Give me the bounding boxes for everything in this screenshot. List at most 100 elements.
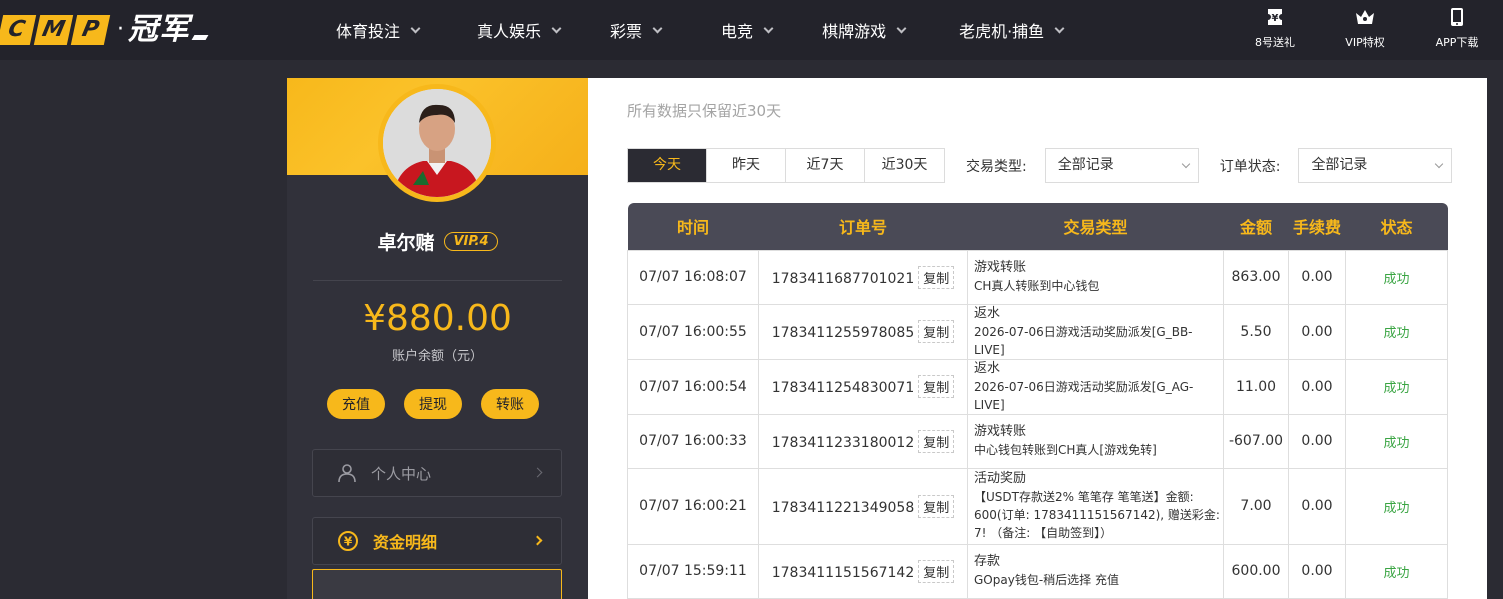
column-header: 时间 xyxy=(627,203,759,250)
nav-item-label: 老虎机·捕鱼 xyxy=(959,22,1045,41)
cell-order: 1783411254830071 复制 xyxy=(758,358,968,415)
vip-badge: VIP.4 xyxy=(444,232,498,251)
chevron-down-icon xyxy=(1181,159,1190,169)
cell-type: 游戏转账 CH真人转账到中心钱包 xyxy=(967,249,1224,305)
copy-button[interactable]: 复制 xyxy=(918,320,955,343)
cell-order: 1783411221349058 复制 xyxy=(758,467,968,545)
cell-status: 成功 xyxy=(1345,249,1448,305)
user-icon xyxy=(338,464,356,483)
cell-fee: 0.00 xyxy=(1288,358,1346,415)
filter-bar: 今天 昨天 近7天 近30天 交易类型: 全部记录 订单状态: 全部记录 xyxy=(627,148,1453,183)
cell-time: 07/07 15:59:11 xyxy=(627,543,759,599)
username-row: 卓尔赌 VIP.4 xyxy=(287,228,588,255)
copy-button[interactable]: 复制 xyxy=(918,375,955,398)
nav-item-esports[interactable]: 电竞 xyxy=(721,18,774,42)
transaction-type: 返水 xyxy=(974,360,1001,376)
username: 卓尔赌 xyxy=(377,232,435,254)
status-filter-value: 全部记录 xyxy=(1311,157,1368,173)
right-gutter xyxy=(1487,78,1503,599)
nav-item-live-casino[interactable]: 真人娱乐 xyxy=(477,18,562,42)
phone-icon xyxy=(1451,8,1463,26)
menu-item-label: 个人中心 xyxy=(371,464,432,483)
status-filter-select[interactable]: 全部记录 xyxy=(1298,148,1453,183)
cell-amount: 7.00 xyxy=(1223,467,1289,545)
copy-button[interactable]: 复制 xyxy=(918,559,955,583)
cell-amount: 5.50 xyxy=(1223,303,1289,360)
submenu-selected[interactable] xyxy=(312,569,562,599)
order-number: 1783411687701021 xyxy=(771,270,915,287)
balance-amount: ¥880.00 xyxy=(363,298,512,339)
nav-item-label: 体育投注 xyxy=(336,22,401,41)
type-filter-label: 交易类型: xyxy=(966,158,1027,175)
cell-fee: 0.00 xyxy=(1288,303,1346,360)
table-row: 07/07 16:00:33 1783411233180012 复制 游戏转账 中心… xyxy=(627,413,1448,469)
nav-item-card-games[interactable]: 棋牌游戏 xyxy=(822,18,907,42)
cell-type: 游戏转账 中心钱包转账到CH真人[游戏免转] xyxy=(967,413,1224,469)
site-logo[interactable]: C M P · 冠军 xyxy=(0,13,209,47)
top-navbar: C M P · 冠军 体育投注 真人娱乐 彩票 电竞 棋牌游戏 老虎机·捕鱼 ¥… xyxy=(0,0,1503,60)
cell-fee: 0.00 xyxy=(1288,413,1346,469)
transaction-desc: 2026-07-06日游戏活动奖励派发[G_BB-LIVE] xyxy=(974,324,1193,357)
range-today[interactable]: 今天 xyxy=(628,149,707,182)
transaction-desc: GOpay钱包-稍后选择 充值 xyxy=(974,573,1119,587)
logo-letter: M xyxy=(33,15,74,45)
tool-app[interactable]: APP下载 xyxy=(1411,6,1503,50)
chevron-down-icon xyxy=(410,23,421,33)
type-filter-select[interactable]: 全部记录 xyxy=(1044,148,1199,183)
cell-time: 07/07 16:00:33 xyxy=(627,413,759,469)
page-subtitle: 所有数据只保留近30天 xyxy=(627,102,782,120)
main-nav: 体育投注 真人娱乐 彩票 电竞 棋牌游戏 老虎机·捕鱼 xyxy=(336,0,1121,60)
transaction-type: 存款 xyxy=(974,554,1001,569)
cell-order: 1783411151567142 复制 xyxy=(758,543,968,599)
copy-button[interactable]: 复制 xyxy=(918,265,955,289)
nav-item-label: 棋牌游戏 xyxy=(822,22,887,41)
cell-amount: 11.00 xyxy=(1223,358,1289,415)
nav-item-lottery[interactable]: 彩票 xyxy=(610,18,663,42)
copy-button[interactable]: 复制 xyxy=(918,429,955,453)
nav-item-slots-fishing[interactable]: 老虎机·捕鱼 xyxy=(959,18,1065,42)
type-filter-value: 全部记录 xyxy=(1057,157,1114,173)
tool-gift[interactable]: ¥ 8号送礼 xyxy=(1229,6,1321,50)
cell-time: 07/07 16:00:55 xyxy=(627,303,759,360)
table-row: 07/07 16:00:55 1783411255978085 复制 返水 2026… xyxy=(627,303,1448,360)
tool-vip[interactable]: VIP特权 xyxy=(1319,6,1411,50)
cell-time: 07/07 16:00:21 xyxy=(627,467,759,545)
table-header-row: 时间 订单号 交易类型 金额 手续费 状态 xyxy=(627,203,1448,250)
transaction-desc: 中心钱包转账到CH真人[游戏免转] xyxy=(974,443,1157,457)
column-header: 手续费 xyxy=(1288,203,1346,250)
cell-type: 返水 2026-07-06日游戏活动奖励派发[G_AG-LIVE] xyxy=(967,358,1224,415)
deposit-button[interactable]: 充值 xyxy=(327,389,385,419)
tool-label: 8号送礼 xyxy=(1255,36,1295,49)
copy-button[interactable]: 复制 xyxy=(918,494,955,518)
column-header: 订单号 xyxy=(758,203,968,250)
menu-item-label: 资金明细 xyxy=(373,533,438,552)
menu-item-fund-details[interactable]: ¥ 资金明细 xyxy=(312,517,562,565)
wallet-actions: 充值 提现 转账 xyxy=(327,389,558,419)
range-30-days[interactable]: 近30天 xyxy=(865,149,944,182)
cell-time: 07/07 16:00:54 xyxy=(627,358,759,415)
cell-order: 1783411233180012 复制 xyxy=(758,413,968,469)
logo-letter: C xyxy=(0,15,37,45)
range-yesterday[interactable]: 昨天 xyxy=(707,149,786,182)
withdraw-button[interactable]: 提现 xyxy=(404,389,462,419)
transactions-table: 时间 订单号 交易类型 金额 手续费 状态 07/07 16:08:07 178… xyxy=(627,203,1448,599)
transaction-desc: 2026-07-06日游戏活动奖励派发[G_AG-LIVE] xyxy=(974,379,1194,412)
chevron-down-icon xyxy=(1435,159,1444,169)
cell-amount: 600.00 xyxy=(1223,543,1289,599)
yuan-coin-icon: ¥ xyxy=(338,531,358,551)
table-row: 07/07 16:00:21 1783411221349058 复制 活动奖励 【U… xyxy=(627,467,1448,545)
cell-fee: 0.00 xyxy=(1288,249,1346,305)
cell-status: 成功 xyxy=(1345,358,1448,415)
avatar-image xyxy=(383,89,491,197)
menu-item-personal-center[interactable]: 个人中心 xyxy=(312,449,562,497)
transfer-button[interactable]: 转账 xyxy=(481,389,539,419)
logo-dot: · xyxy=(117,17,124,42)
range-7-days[interactable]: 近7天 xyxy=(786,149,865,182)
avatar xyxy=(378,84,496,202)
profile-sidebar: 卓尔赌 VIP.4 ¥880.00 账户余额（元） 充值 提现 转账 个人中心 … xyxy=(287,78,588,599)
nav-item-sports[interactable]: 体育投注 xyxy=(336,18,421,42)
cell-amount: 863.00 xyxy=(1223,249,1289,305)
date-range-group: 今天 昨天 近7天 近30天 xyxy=(627,148,945,183)
tool-label: APP下载 xyxy=(1435,36,1479,49)
cell-order: 1783411255978085 复制 xyxy=(758,303,968,360)
